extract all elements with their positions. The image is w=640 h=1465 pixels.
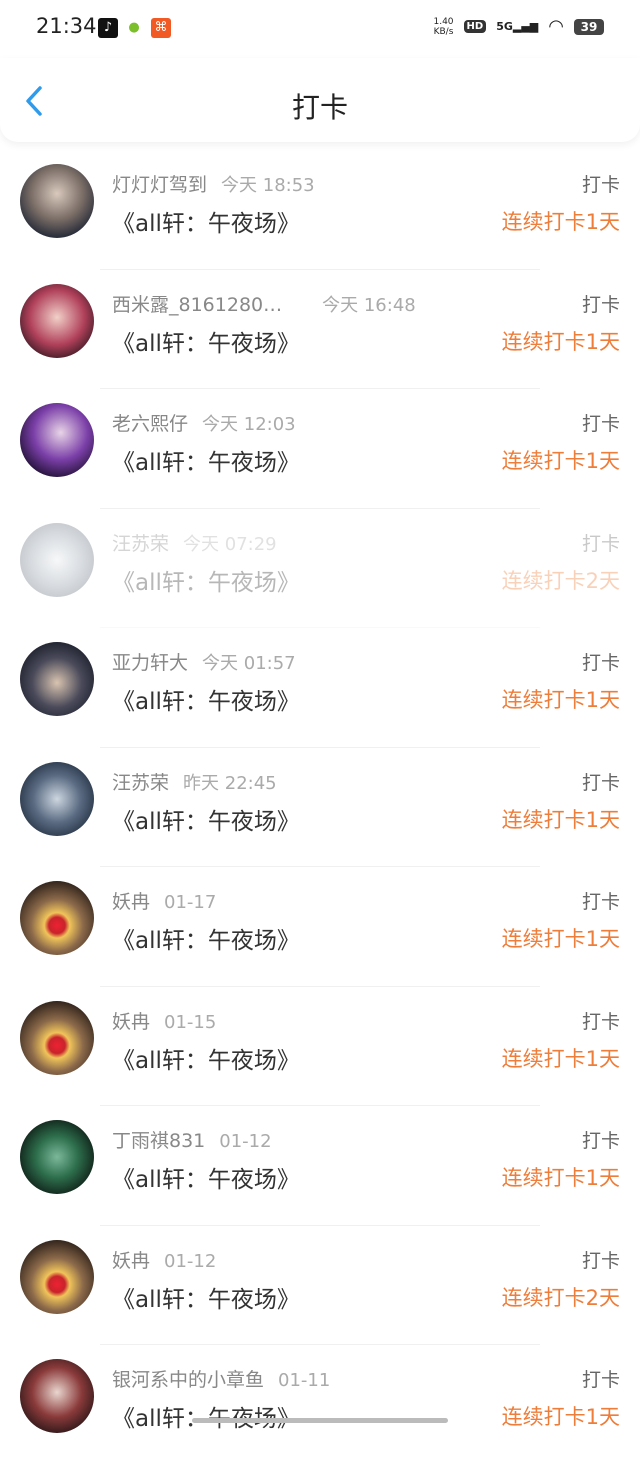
checkin-tag: 打卡 [581,1010,620,1033]
user-name[interactable]: 丁雨祺831 [112,1130,205,1152]
checkin-list: 灯灯灯驾到 今天 18:53 《all轩：午夜场》 打卡 连续打卡1天 西米露_8… [0,150,640,1465]
book-title: 《all轩：午夜场》 [112,689,300,715]
user-name[interactable]: 老六熙仔 [112,413,188,435]
book-title: 《all轩：午夜场》 [112,211,300,237]
user-name[interactable]: 妖冉 [112,1011,150,1033]
network-speed-value: 1.40 [433,16,454,27]
list-item[interactable]: 妖冉 01-12 《all轩：午夜场》 打卡 连续打卡2天 [0,1226,640,1345]
checkin-time: 昨天 22:45 [183,772,277,794]
avatar[interactable] [20,1000,94,1075]
avatar[interactable] [20,403,94,477]
app-notification-icon: ● [124,18,144,38]
checkin-tag: 打卡 [581,413,620,435]
kuaishou-icon: ⌘ [151,18,171,38]
avatar[interactable] [20,1239,94,1314]
list-item[interactable]: 银河系中的小章鱼01-11 《all轩：午夜场》 打卡 连续打卡1天 [0,1345,640,1465]
list-item[interactable]: 妖冉 01-17 《all轩：午夜场》 打卡 连续打卡1天 [0,867,640,987]
streak-label: 连续打卡1天 [501,688,620,712]
user-name[interactable]: 银河系中的小章鱼 [112,1369,264,1391]
streak-label: 连续打卡2天 [501,568,620,593]
tiktok-icon: ♪ [98,18,118,38]
checkin-time: 今天 07:29 [183,533,277,555]
checkin-tag: 打卡 [581,891,620,913]
avatar[interactable] [20,881,94,955]
battery-icon: 39 [574,18,604,35]
book-title: 《all轩：午夜场》 [112,569,300,596]
streak-label: 连续打卡1天 [501,1046,620,1071]
list-item[interactable]: 汪苏荣 今天 07:29 《all轩：午夜场》 打卡 连续打卡2天 [0,509,640,628]
checkin-tag: 打卡 [581,652,620,674]
nav-bar: 打卡 [0,58,640,142]
list-item[interactable]: 西米露_8161280… 今天 16:48 《all轩：午夜场》 打卡 连续打卡1… [0,270,640,389]
streak-label: 连续打卡1天 [501,927,620,951]
signal-icon: 5G▂▄▆ [496,20,539,33]
avatar[interactable] [20,1359,94,1433]
list-item[interactable]: 丁雨祺831 01-12 《all轩：午夜场》 打卡 连续打卡1天 [0,1106,640,1226]
status-bar: 21:34 ♪ ● ⌘ 1.40 KB/s HD 5G▂▄▆ ◠ 39 [0,0,640,58]
user-name[interactable]: 亚力轩大 [112,652,188,674]
avatar[interactable] [20,1120,94,1194]
book-title: 《all轩：午夜场》 [112,1047,300,1074]
user-name[interactable]: 妖冉 [112,1250,150,1272]
checkin-tag: 打卡 [581,1369,620,1391]
network-speed-unit: KB/s [433,26,454,37]
checkin-tag: 打卡 [581,532,620,555]
list-item[interactable]: 老六熙仔 今天 12:03 《all轩：午夜场》 打卡 连续打卡1天 [0,389,640,509]
user-name[interactable]: 灯灯灯驾到 [112,174,207,196]
wifi-icon: ◠ [548,16,564,37]
avatar[interactable] [20,522,94,597]
checkin-tag: 打卡 [581,771,620,794]
checkin-time: 今天 01:57 [202,653,296,674]
checkin-time: 01-11 [278,1370,331,1391]
book-title: 《all轩：午夜场》 [112,450,300,476]
checkin-time: 01-12 [219,1131,272,1152]
list-item[interactable]: 亚力轩大 今天 01:57 《all轩：午夜场》 打卡 连续打卡1天 [0,628,640,748]
checkin-time: 今天 18:53 [221,175,315,196]
list-item[interactable]: 妖冉 01-15 《all轩：午夜场》 打卡 连续打卡1天 [0,987,640,1106]
streak-label: 连续打卡1天 [501,449,620,473]
avatar[interactable] [20,761,94,836]
status-time: 21:34 [36,14,97,38]
book-title: 《all轩：午夜场》 [112,1286,300,1313]
user-name[interactable]: 汪苏荣 [112,533,169,555]
page-title: 打卡 [291,91,348,124]
checkin-time: 01-12 [164,1250,217,1272]
streak-label: 连续打卡1天 [501,329,620,354]
avatar[interactable] [20,283,94,358]
streak-label: 连续打卡1天 [501,807,620,832]
list-item[interactable]: 汪苏荣 昨天 22:45 《all轩：午夜场》 打卡 连续打卡1天 [0,748,640,867]
status-right-group: 1.40 KB/s HD 5G▂▄▆ ◠ 39 [433,16,604,37]
book-title: 《all轩：午夜场》 [112,928,300,954]
book-title: 《all轩：午夜场》 [112,1167,300,1193]
avatar[interactable] [20,642,94,716]
checkin-tag: 打卡 [581,174,620,196]
streak-label: 连续打卡1天 [501,1166,620,1190]
avatar[interactable] [20,164,94,238]
hd-icon: HD [463,20,487,33]
checkin-time: 01-15 [164,1011,217,1033]
streak-label: 连续打卡1天 [501,210,620,234]
checkin-time: 今天 16:48 [322,294,416,316]
network-speed: 1.40 KB/s [433,17,453,37]
network-type: 5G [496,20,513,33]
home-indicator[interactable] [192,1418,448,1423]
book-title: 《all轩：午夜场》 [112,808,300,835]
checkin-tag: 打卡 [581,1130,620,1152]
list-item[interactable]: 灯灯灯驾到 今天 18:53 《all轩：午夜场》 打卡 连续打卡1天 [0,150,640,270]
streak-label: 连续打卡2天 [501,1285,620,1310]
user-name[interactable]: 妖冉 [112,891,150,913]
user-name[interactable]: 西米露_8161280… [112,294,282,316]
user-name[interactable]: 汪苏荣 [112,772,169,794]
book-title: 《all轩：午夜场》 [112,1399,300,1433]
checkin-tag: 打卡 [581,1249,620,1272]
checkin-time: 今天 12:03 [202,414,296,435]
checkin-time: 01-17 [164,892,217,913]
checkin-tag: 打卡 [581,293,620,316]
book-title: 《all轩：午夜场》 [112,330,300,357]
